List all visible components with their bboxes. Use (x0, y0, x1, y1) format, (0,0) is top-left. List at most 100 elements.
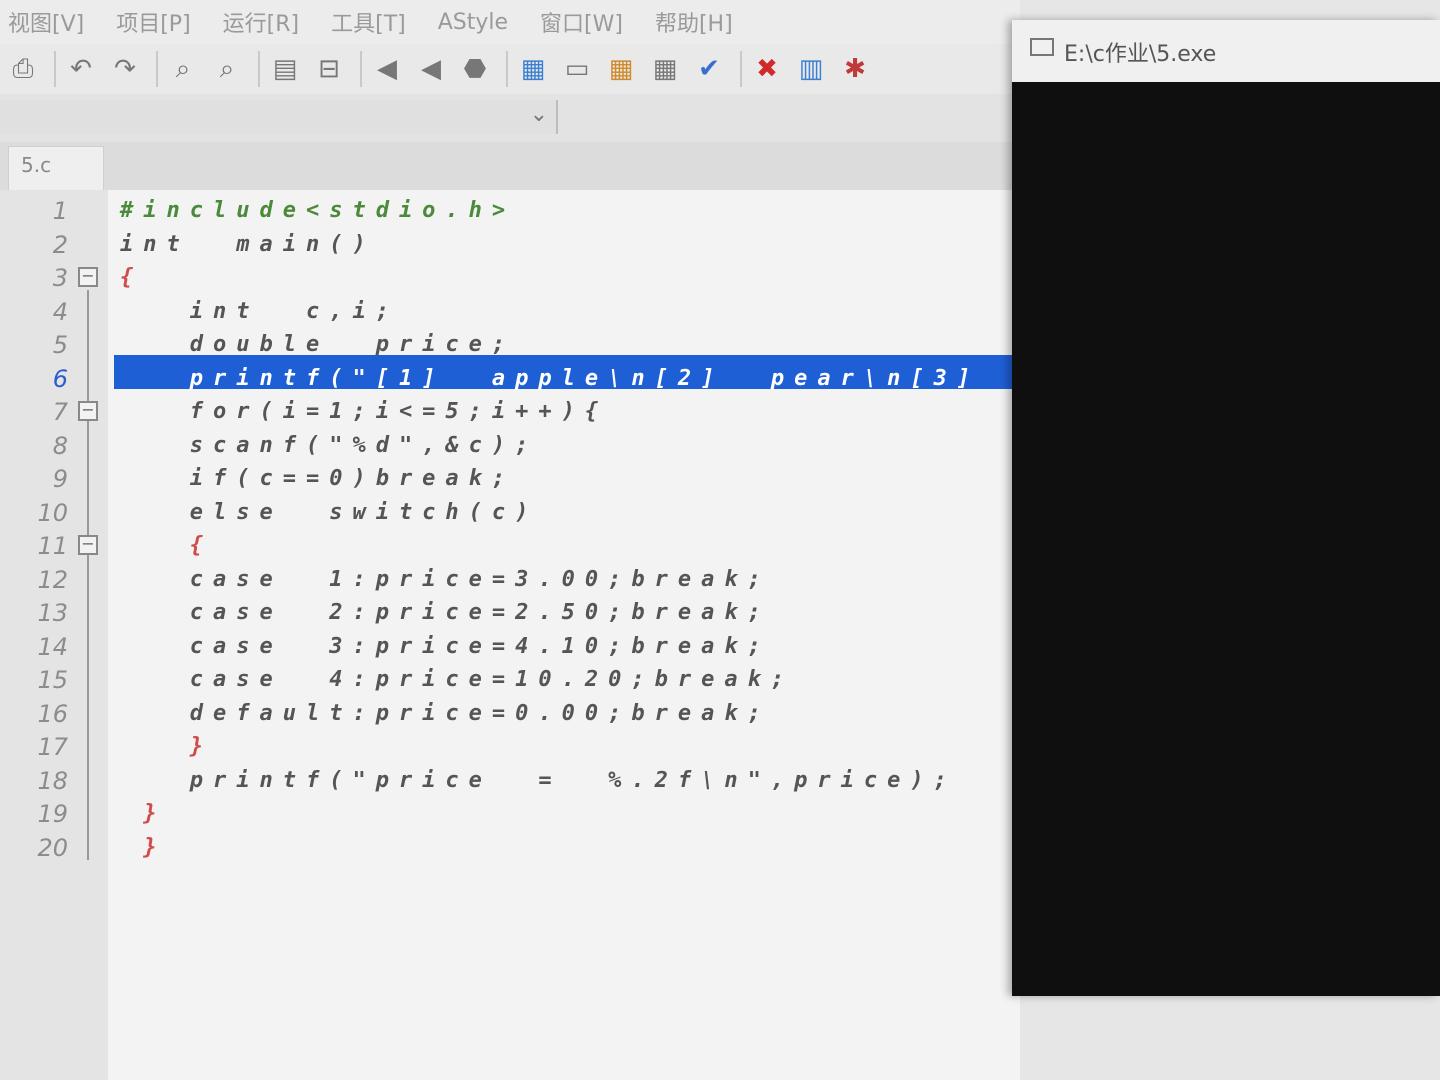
line-number: 14 (37, 632, 68, 661)
code-text: case 4:price=10.20;break; (120, 667, 795, 692)
code-line[interactable]: 17 } (0, 730, 1020, 764)
code-text: case 1:price=3.00;break; (120, 566, 771, 592)
console-titlebar[interactable]: E:\c作业\5.exe (1012, 20, 1440, 83)
indent-icon[interactable]: ◀ (370, 52, 404, 86)
palette-icon[interactable]: ▦ (604, 52, 638, 86)
check-icon[interactable]: ✔ (692, 52, 726, 86)
toolbar-separator (360, 51, 362, 87)
line-number: 20 (37, 833, 68, 862)
bookmark-icon[interactable]: ⬣ (458, 52, 492, 86)
redo-icon[interactable]: ↷ (108, 52, 142, 86)
code-line[interactable]: 9 if(c==0)break; (0, 462, 1020, 496)
fold-toggle-icon[interactable]: − (78, 401, 98, 421)
code-text: default:price=0.00;break; (120, 700, 771, 726)
code-text: } (120, 734, 213, 759)
code-text: double price; (120, 332, 516, 357)
line-number: 13 (37, 599, 68, 627)
code-text: case 3:price=4.10;break; (120, 633, 771, 659)
code-line[interactable]: 7− for(i=1;i<=5;i++){ (0, 395, 1020, 429)
menu-project[interactable]: 项目[P] (116, 6, 190, 38)
code-text: } (120, 834, 167, 860)
line-number: 9 (52, 465, 68, 493)
console-output[interactable] (1012, 82, 1440, 996)
code-text: } (120, 801, 167, 826)
menu-astyle[interactable]: AStyle (438, 10, 508, 35)
line-number: 4 (52, 297, 68, 326)
code-line[interactable]: 10 else switch(c) (0, 496, 1020, 530)
line-number: 16 (37, 699, 68, 728)
code-line[interactable]: 20 } (0, 831, 1020, 865)
code-text: scanf("%d",&c); (120, 432, 539, 458)
code-line[interactable]: 3− { (0, 261, 1020, 295)
toolbar-separator (156, 51, 158, 87)
code-line[interactable]: 6 printf("[1] apple\n[2] pear\n[3] o (0, 362, 1040, 396)
code-line[interactable]: 8 scanf("%d",&c); (0, 429, 1020, 463)
print-icon[interactable]: ⎙ (6, 52, 40, 86)
code-line[interactable]: 13 case 2:price=2.50;break; (0, 596, 1020, 630)
toolbar-separator (258, 51, 260, 87)
line-number: 2 (52, 230, 68, 259)
code-line[interactable]: 19 } (0, 797, 1020, 831)
line-number: 11 (37, 532, 68, 560)
menu-tools[interactable]: 工具[T] (331, 6, 406, 38)
chart-icon[interactable]: ▥ (794, 52, 828, 86)
code-text: #include<stdio.h> (120, 198, 516, 223)
close-icon[interactable]: ✖ (750, 52, 784, 86)
code-line[interactable]: 16 default:price=0.00;break; (0, 697, 1020, 731)
code-text: printf("price = %.2f\n",price); (120, 767, 957, 793)
code-line[interactable]: 2 int main() (0, 228, 1020, 262)
line-number: 17 (37, 733, 68, 761)
undo-icon[interactable]: ↶ (64, 52, 98, 86)
line-number: 19 (37, 800, 68, 828)
code-text: for(i=1;i<=5;i++){ (120, 399, 609, 424)
code-line[interactable]: 11− { (0, 529, 1020, 563)
chevron-down-icon[interactable]: ⌄ (530, 102, 548, 127)
code-text: if(c==0)break; (120, 466, 516, 491)
save-icon[interactable]: ▤ (268, 52, 302, 86)
window-icon[interactable]: ▭ (560, 52, 594, 86)
code-text: int c,i; (120, 298, 399, 324)
toolbar-separator (740, 51, 742, 87)
code-editor[interactable]: 1 #include<stdio.h> 2 int main() 3−{4 int c,… (0, 190, 1040, 1080)
code-line[interactable]: 18 printf("price = %.2f\n",price); (0, 764, 1020, 798)
console-window[interactable]: E:\c作业\5.exe (1012, 20, 1440, 996)
code-text: printf("[1] apple\n[2] pear\n[3] o (120, 365, 1050, 391)
menu-window[interactable]: 窗口[W] (540, 6, 623, 38)
code-text: { (120, 265, 144, 290)
tab-file[interactable]: 5.c (8, 146, 104, 190)
code-line[interactable]: 14 case 3:price=4.10;break; (0, 630, 1020, 664)
code-line[interactable]: 5 double price; (0, 328, 1020, 362)
menu-bar: 视图[V] 项目[P] 运行[R] 工具[T] AStyle 窗口[W] 帮助[… (0, 0, 1020, 44)
class-combo[interactable]: ⌄ (0, 100, 558, 134)
line-number: 18 (37, 766, 68, 795)
combo-row: ⌄ (0, 94, 1020, 143)
split-icon[interactable]: ⊟ (312, 52, 346, 86)
menu-run[interactable]: 运行[R] (223, 6, 299, 38)
fold-toggle-icon[interactable]: − (78, 267, 98, 287)
line-number: 1 (52, 197, 68, 225)
tiles-icon[interactable]: ▦ (648, 52, 682, 86)
line-number: 15 (37, 666, 68, 694)
line-number: 5 (52, 331, 68, 359)
line-number: 10 (37, 498, 68, 527)
code-line[interactable]: 4 int c,i; (0, 295, 1020, 329)
code-text: { (120, 533, 213, 558)
code-line[interactable]: 15 case 4:price=10.20;break; (0, 663, 1020, 697)
find-icon[interactable]: ⌕ (166, 52, 200, 86)
debug-icon[interactable]: ✱ (838, 52, 872, 86)
code-text: else switch(c) (120, 499, 539, 525)
line-number: 6 (52, 364, 68, 393)
menu-view[interactable]: 视图[V] (8, 6, 84, 38)
code-line[interactable]: 1 #include<stdio.h> (0, 194, 1020, 228)
replace-icon[interactable]: ⌕ (210, 52, 244, 86)
code-text: case 2:price=2.50;break; (120, 600, 771, 625)
grid-icon[interactable]: ▦ (516, 52, 550, 86)
menu-help[interactable]: 帮助[H] (655, 6, 733, 38)
fold-toggle-icon[interactable]: − (78, 535, 98, 555)
unindent-icon[interactable]: ◀ (414, 52, 448, 86)
line-number: 3 (52, 264, 68, 292)
toolbar: ⎙ ↶ ↷ ⌕ ⌕ ▤ ⊟ ◀ ◀ ⬣ ▦ ▭ ▦ ▦ ✔ ✖ ▥ ✱ (0, 44, 1020, 94)
code-line[interactable]: 12 case 1:price=3.00;break; (0, 563, 1020, 597)
editor-tabbar: 5.c (0, 142, 1020, 190)
code-text: int main() (120, 231, 376, 257)
